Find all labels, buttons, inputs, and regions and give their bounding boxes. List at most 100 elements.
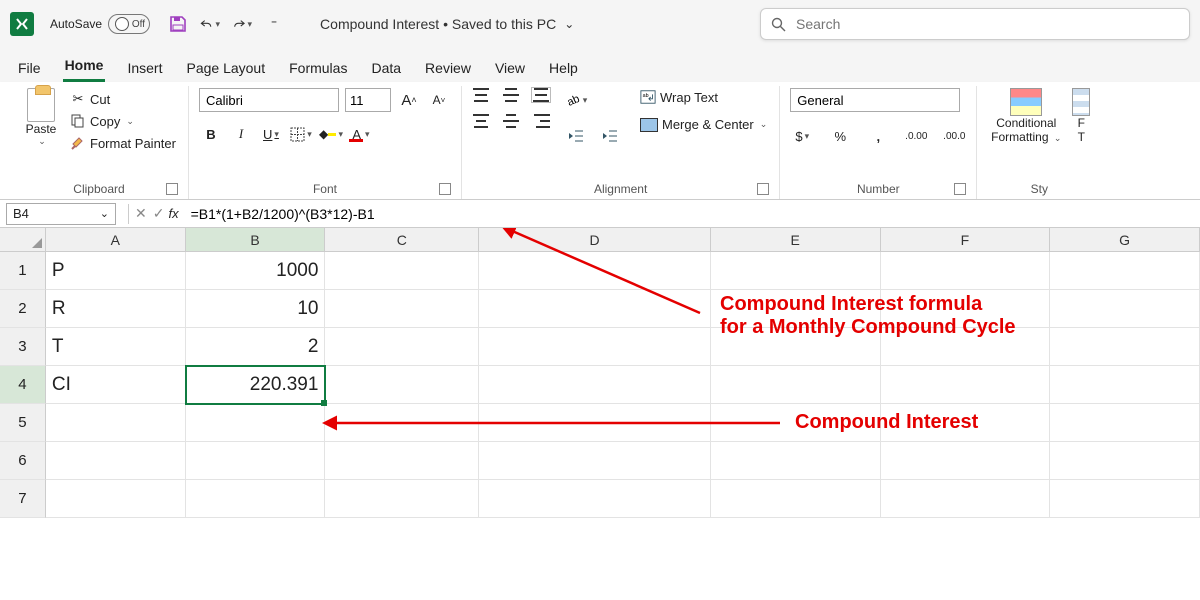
cell-D3[interactable] — [479, 328, 711, 366]
row-header[interactable]: 3 — [0, 328, 46, 366]
cell-E7[interactable] — [711, 480, 881, 518]
row-header[interactable]: 7 — [0, 480, 46, 518]
document-title[interactable]: Compound Interest • Saved to this PC ⌄ — [320, 16, 574, 32]
chevron-down-icon[interactable]: ▾ — [248, 19, 253, 30]
tab-help[interactable]: Help — [547, 54, 580, 82]
format-as-table-button[interactable]: F T — [1071, 88, 1091, 144]
cell-B7[interactable] — [186, 480, 326, 518]
cell-G6[interactable] — [1050, 442, 1200, 480]
cell-F6[interactable] — [881, 442, 1051, 480]
cell-E5[interactable] — [711, 404, 881, 442]
cell-B6[interactable] — [186, 442, 326, 480]
cell-B1[interactable]: 1000 — [186, 252, 326, 290]
cell-F2[interactable] — [881, 290, 1051, 328]
fill-color-button[interactable]: ◆ ▾ — [319, 122, 343, 146]
col-header-G[interactable]: G — [1050, 228, 1200, 251]
formula-input[interactable] — [187, 206, 1200, 222]
cell-G7[interactable] — [1050, 480, 1200, 518]
cell-G4[interactable] — [1050, 366, 1200, 404]
search-box[interactable] — [760, 8, 1190, 40]
row-header[interactable]: 2 — [0, 290, 46, 328]
cell-D7[interactable] — [479, 480, 711, 518]
accept-formula-button[interactable]: ✓ — [153, 205, 165, 222]
align-center-button[interactable] — [502, 114, 520, 128]
font-color-button[interactable]: A ▾ — [349, 122, 373, 146]
cell-E6[interactable] — [711, 442, 881, 480]
search-input[interactable] — [796, 16, 1179, 32]
cell-A1[interactable]: P — [46, 252, 186, 290]
cell-G3[interactable] — [1050, 328, 1200, 366]
bold-button[interactable]: B — [199, 122, 223, 146]
autosave-toggle[interactable]: Off — [108, 14, 150, 34]
borders-button[interactable]: ▾ — [289, 122, 313, 146]
col-header-A[interactable]: A — [46, 228, 186, 251]
cell-A7[interactable] — [46, 480, 186, 518]
cell-B2[interactable]: 10 — [186, 290, 326, 328]
qat-customize-button[interactable]: ⁼ — [264, 14, 284, 34]
cell-C3[interactable] — [325, 328, 479, 366]
number-format-select[interactable] — [790, 88, 960, 112]
col-header-F[interactable]: F — [881, 228, 1051, 251]
chevron-down-icon[interactable]: ⌄ — [126, 116, 134, 127]
paste-button[interactable]: Paste ⌄ — [20, 88, 62, 147]
row-header[interactable]: 1 — [0, 252, 46, 290]
save-button[interactable] — [168, 14, 188, 34]
align-top-button[interactable] — [472, 88, 490, 102]
cut-button[interactable]: ✂ Cut — [68, 90, 178, 108]
merge-center-button[interactable]: Merge & Center ⌄ — [638, 116, 769, 133]
comma-style-button[interactable]: , — [866, 124, 890, 148]
cell-A6[interactable] — [46, 442, 186, 480]
cell-A5[interactable] — [46, 404, 186, 442]
cell-B4[interactable]: 220.391 — [186, 366, 326, 404]
row-header[interactable]: 5 — [0, 404, 46, 442]
tab-file[interactable]: File — [16, 54, 43, 82]
chevron-down-icon[interactable]: ⌄ — [100, 207, 109, 220]
cell-B3[interactable]: 2 — [186, 328, 326, 366]
italic-button[interactable]: I — [229, 122, 253, 146]
tab-insert[interactable]: Insert — [125, 54, 164, 82]
cell-E2[interactable] — [711, 290, 881, 328]
wrap-text-button[interactable]: ab Wrap Text — [638, 88, 769, 106]
decrease-indent-button[interactable] — [564, 124, 588, 148]
cell-D4[interactable] — [479, 366, 711, 404]
dialog-launcher-icon[interactable] — [757, 183, 769, 195]
cancel-formula-button[interactable]: ✕ — [135, 205, 147, 222]
orientation-button[interactable]: ab ▾ — [564, 88, 588, 112]
chevron-down-icon[interactable]: ⌄ — [564, 17, 574, 31]
cell-G2[interactable] — [1050, 290, 1200, 328]
autosave-control[interactable]: AutoSave Off — [50, 14, 150, 34]
select-all-corner[interactable] — [0, 228, 46, 251]
cell-C6[interactable] — [325, 442, 479, 480]
redo-button[interactable]: ▾ — [232, 14, 252, 34]
cell-F3[interactable] — [881, 328, 1051, 366]
row-header[interactable]: 6 — [0, 442, 46, 480]
dialog-launcher-icon[interactable] — [439, 183, 451, 195]
align-bottom-button[interactable] — [532, 88, 550, 102]
cell-D2[interactable] — [479, 290, 711, 328]
col-header-C[interactable]: C — [325, 228, 479, 251]
currency-button[interactable]: $▾ — [790, 124, 814, 148]
align-middle-button[interactable] — [502, 88, 520, 102]
col-header-B[interactable]: B — [186, 228, 326, 251]
chevron-down-icon[interactable]: ⌄ — [760, 119, 768, 130]
cell-B5[interactable] — [186, 404, 326, 442]
cell-A3[interactable]: T — [46, 328, 186, 366]
cell-F4[interactable] — [881, 366, 1051, 404]
cell-A2[interactable]: R — [46, 290, 186, 328]
increase-indent-button[interactable] — [598, 124, 622, 148]
tab-data[interactable]: Data — [369, 54, 403, 82]
cell-C2[interactable] — [325, 290, 479, 328]
col-header-E[interactable]: E — [711, 228, 881, 251]
cell-G5[interactable] — [1050, 404, 1200, 442]
increase-decimal-button[interactable]: .0.00 — [904, 124, 928, 148]
font-name-select[interactable] — [199, 88, 339, 112]
col-header-D[interactable]: D — [479, 228, 711, 251]
dialog-launcher-icon[interactable] — [954, 183, 966, 195]
conditional-formatting-button[interactable]: Conditional Formatting ⌄ — [987, 88, 1065, 144]
font-size-select[interactable] — [345, 88, 391, 112]
decrease-decimal-button[interactable]: .00.0 — [942, 124, 966, 148]
cell-C1[interactable] — [325, 252, 479, 290]
cell-F5[interactable] — [881, 404, 1051, 442]
underline-button[interactable]: U▾ — [259, 122, 283, 146]
increase-font-button[interactable]: A˄ — [397, 88, 421, 112]
